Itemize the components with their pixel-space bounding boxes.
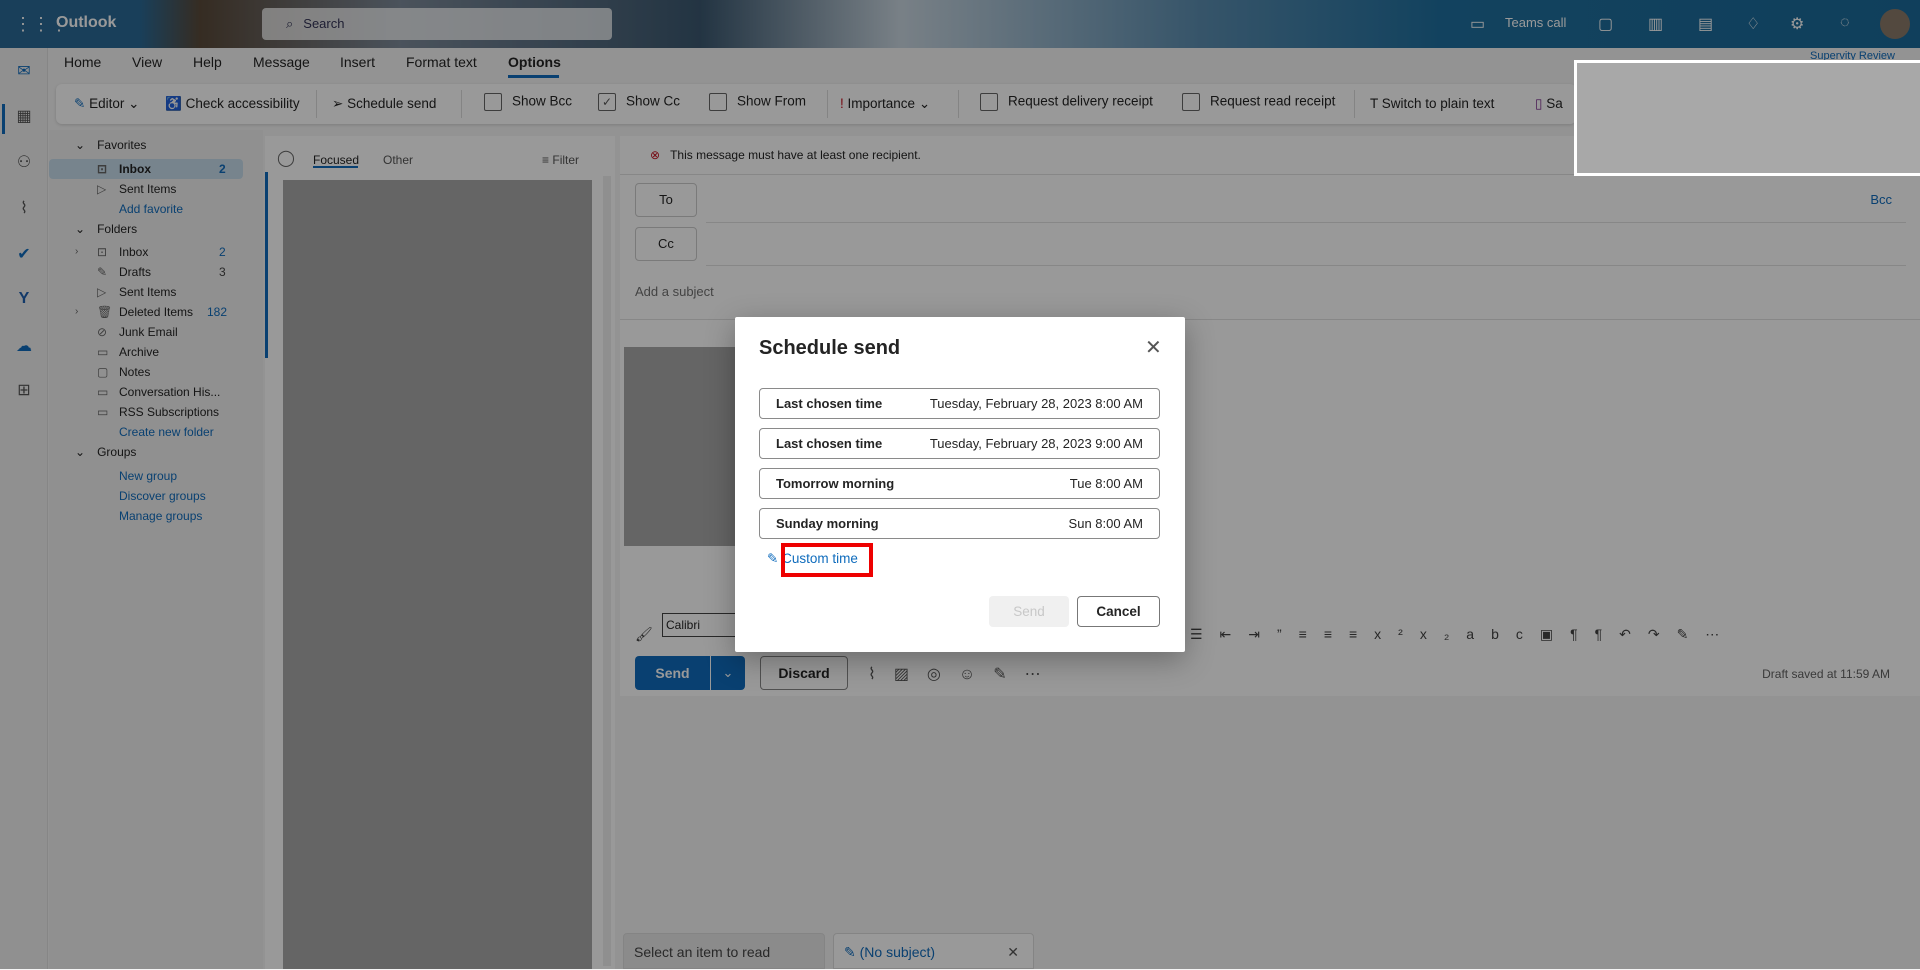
option-label: Sunday morning	[776, 516, 879, 531]
option-time: Sun 8:00 AM	[1068, 516, 1143, 531]
highlight-box	[781, 543, 873, 577]
schedule-send-dialog: Schedule send ✕ Last chosen time Tuesday,…	[735, 317, 1185, 652]
option-time: Tue 8:00 AM	[1069, 476, 1143, 491]
option-label: Tomorrow morning	[776, 476, 895, 491]
dialog-title: Schedule send	[759, 337, 901, 359]
schedule-option[interactable]: Last chosen time Tuesday, February 28, 20…	[759, 388, 1160, 419]
pencil-icon: ✎	[767, 551, 779, 566]
dialog-cancel-button[interactable]: Cancel	[1077, 596, 1160, 627]
schedule-option[interactable]: Last chosen time Tuesday, February 28, 20…	[759, 428, 1160, 459]
schedule-option[interactable]: Tomorrow morning Tue 8:00 AM	[759, 468, 1160, 499]
option-label: Last chosen time	[776, 436, 883, 451]
close-icon[interactable]: ✕	[1145, 335, 1162, 360]
schedule-option[interactable]: Sunday morning Sun 8:00 AM	[759, 508, 1160, 539]
option-time: Tuesday, February 28, 2023 9:00 AM	[929, 436, 1143, 451]
redacted-region	[1574, 60, 1920, 176]
dialog-send-button[interactable]: Send	[989, 596, 1069, 627]
option-label: Last chosen time	[776, 396, 883, 411]
option-time: Tuesday, February 28, 2023 8:00 AM	[929, 396, 1143, 411]
